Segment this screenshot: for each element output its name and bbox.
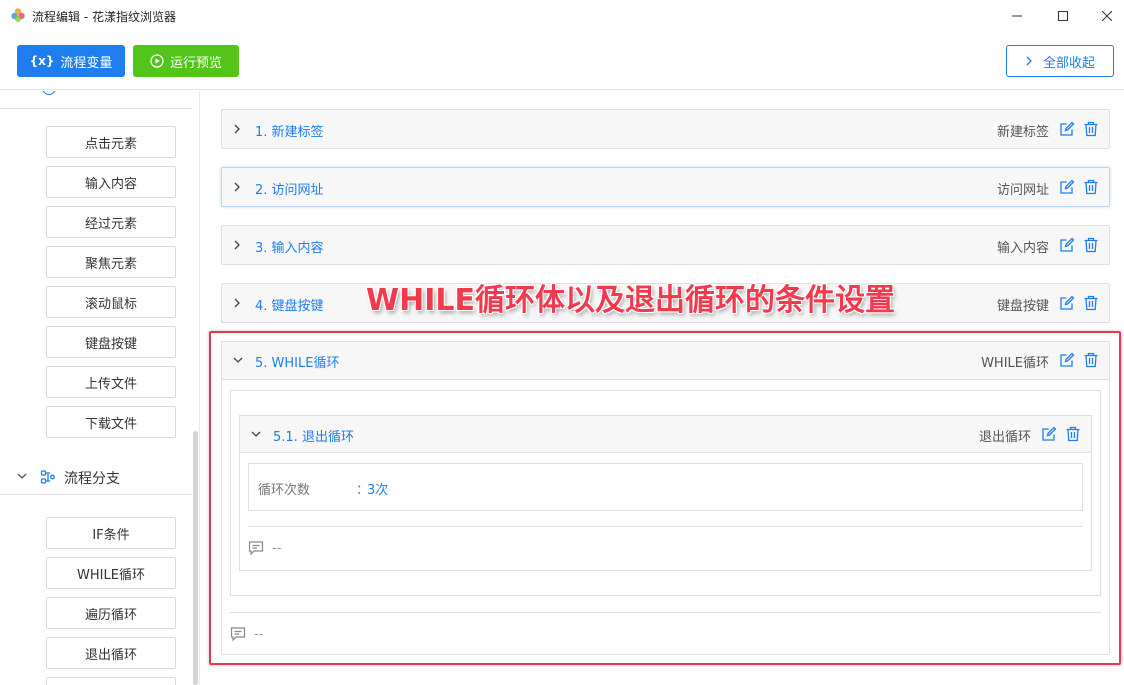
comment-icon (248, 541, 264, 556)
sidebar-item-exit-loop[interactable]: 退出循环 (46, 637, 176, 669)
step-type: 新建标签 (996, 125, 1049, 140)
toolbar: {x} 流程变量 运行预览 全部收起 (0, 32, 1124, 90)
step-title[interactable]: 5. WHILE循环 (255, 352, 339, 371)
chevron-down-icon[interactable] (232, 354, 244, 366)
close-button[interactable] (1084, 0, 1124, 32)
step-type: 退出循环 (978, 430, 1031, 445)
edit-icon[interactable] (1059, 352, 1075, 368)
trash-icon[interactable] (1083, 179, 1099, 195)
loop-count-param: 循环次数 ： 3次 (248, 463, 1083, 511)
param-label: 循环次数 (258, 483, 311, 498)
step-type: WHILE循环 (981, 356, 1049, 371)
maximize-button[interactable] (1040, 0, 1086, 32)
chevron-down-icon[interactable] (250, 428, 262, 440)
sidebar-group-label: 流程分支 (64, 471, 120, 487)
trash-icon[interactable] (1083, 352, 1099, 368)
trash-icon[interactable] (1083, 237, 1099, 253)
comment-text: -- (254, 626, 264, 642)
while-loop-comment[interactable]: -- (230, 626, 263, 642)
sidebar-group-flow-branch[interactable]: 流程分支 (0, 459, 192, 495)
divider (248, 526, 1083, 527)
edit-icon[interactable] (1059, 179, 1075, 195)
sidebar-item-scroll-mouse[interactable]: 滚动鼠标 (46, 286, 176, 318)
play-circle-icon (150, 54, 164, 68)
edit-icon[interactable] (1041, 426, 1057, 442)
step-title[interactable]: 3. 输入内容 (255, 237, 324, 256)
workflow-canvas: 1. 新建标签 新建标签 2. 访问网址 访问网址 3. 输入内容 输入内容 4… (201, 91, 1124, 685)
app-logo-icon (11, 8, 25, 22)
edit-icon[interactable] (1059, 237, 1075, 253)
sidebar-item-download-file[interactable]: 下载文件 (46, 406, 176, 438)
sidebar-item-foreach-loop[interactable]: 遍历循环 (46, 597, 176, 629)
trash-icon[interactable] (1065, 426, 1081, 442)
sidebar-item-partial[interactable] (46, 677, 176, 685)
close-icon (1102, 11, 1112, 21)
step-type: 键盘按键 (996, 299, 1049, 314)
branch-icon (40, 470, 55, 484)
group-icon (42, 91, 56, 95)
step-title[interactable]: 1. 新建标签 (255, 121, 324, 140)
exit-loop-comment[interactable]: -- (248, 540, 281, 556)
divider (230, 612, 1101, 613)
step-card[interactable]: 3. 输入内容 输入内容 (221, 225, 1110, 265)
title-bar: 流程编辑 - 花漾指纹浏览器 (0, 0, 1124, 32)
chevron-down-icon (17, 473, 27, 479)
sidebar-scrollbar[interactable] (193, 431, 198, 685)
while-loop-header[interactable]: 5. WHILE循环 WHILE循环 (222, 342, 1109, 380)
sidebar-item-hover-element[interactable]: 经过元素 (46, 206, 176, 238)
run-preview-label: 运行预览 (169, 55, 222, 71)
window-title: 流程编辑 - 花漾指纹浏览器 (32, 10, 176, 24)
step-type: 访问网址 (996, 183, 1049, 198)
chevron-right-icon[interactable] (232, 239, 242, 251)
minimize-button[interactable] (994, 0, 1040, 32)
annotation-caption: WHILE循环体以及退出循环的条件设置 (366, 283, 895, 318)
sidebar: 点击元素 输入内容 经过元素 聚焦元素 滚动鼠标 键盘按键 上传文件 下载文件 … (0, 91, 200, 685)
exit-loop-header[interactable]: 5.1. 退出循环 退出循环 (240, 416, 1091, 453)
comment-icon (230, 627, 246, 642)
sidebar-group-header-partial (0, 91, 192, 109)
minimize-icon (1012, 15, 1022, 17)
variable-icon: {x} (29, 54, 55, 68)
exit-loop-step: 5.1. 退出循环 退出循环 循环次数 ： 3次 -- (239, 415, 1092, 571)
comment-text: -- (272, 540, 282, 556)
step-card[interactable]: 1. 新建标签 新建标签 (221, 109, 1110, 149)
step-card[interactable]: 2. 访问网址 访问网址 (221, 167, 1110, 207)
chevron-right-icon (1026, 56, 1032, 66)
flow-variables-button[interactable]: {x} 流程变量 (17, 45, 125, 77)
maximize-icon (1058, 11, 1068, 21)
edit-icon[interactable] (1059, 121, 1075, 137)
chevron-right-icon[interactable] (232, 181, 242, 193)
step-title[interactable]: 4. 键盘按键 (255, 295, 324, 314)
run-preview-button[interactable]: 运行预览 (133, 45, 239, 77)
sidebar-item-keyboard-press[interactable]: 键盘按键 (46, 326, 176, 358)
while-loop-step: 5. WHILE循环 WHILE循环 5.1. 退出循环 退出循环 循环次数 ：… (221, 341, 1110, 655)
param-value: 3次 (367, 483, 389, 498)
chevron-right-icon[interactable] (232, 297, 242, 309)
sidebar-item-focus-element[interactable]: 聚焦元素 (46, 246, 176, 278)
trash-icon[interactable] (1083, 295, 1099, 311)
sidebar-item-input-content[interactable]: 输入内容 (46, 166, 176, 198)
while-loop-body: 5.1. 退出循环 退出循环 循环次数 ： 3次 -- (230, 390, 1101, 596)
edit-icon[interactable] (1059, 295, 1075, 311)
sidebar-item-if-condition[interactable]: IF条件 (46, 517, 176, 549)
trash-icon[interactable] (1083, 121, 1099, 137)
sidebar-item-click-element[interactable]: 点击元素 (46, 126, 176, 158)
flow-variables-label: 流程变量 (60, 55, 113, 71)
sidebar-item-upload-file[interactable]: 上传文件 (46, 366, 176, 398)
step-title[interactable]: 2. 访问网址 (255, 179, 324, 198)
collapse-all-button[interactable]: 全部收起 (1006, 45, 1114, 77)
sidebar-item-while-loop[interactable]: WHILE循环 (46, 557, 176, 589)
step-type: 输入内容 (996, 241, 1049, 256)
collapse-all-label: 全部收起 (1042, 55, 1095, 71)
step-title[interactable]: 5.1. 退出循环 (273, 426, 354, 445)
chevron-right-icon[interactable] (232, 123, 242, 135)
